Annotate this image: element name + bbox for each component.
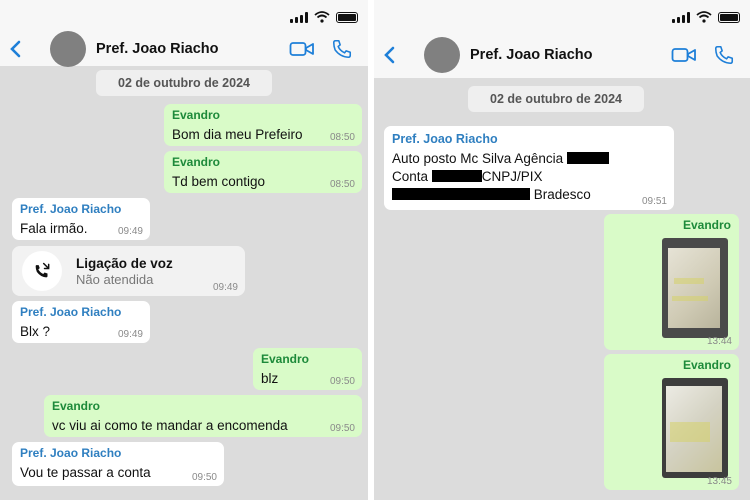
sender-name: Evandro bbox=[52, 399, 101, 413]
back-button[interactable] bbox=[0, 40, 30, 58]
battery-icon bbox=[336, 11, 358, 23]
message-bubble[interactable]: Evandro Td bem contigo 08:50 bbox=[164, 151, 362, 193]
message-bubble[interactable]: Pref. Joao Riacho Blx ? 09:49 bbox=[12, 301, 150, 343]
message-time: 13:44 bbox=[706, 336, 732, 347]
sender-name: Pref. Joao Riacho bbox=[20, 446, 122, 460]
message-text: CNPJ/PIX bbox=[481, 169, 543, 184]
message-text: Bom dia meu Prefeiro bbox=[172, 127, 303, 142]
sender-name: Evandro bbox=[261, 352, 310, 366]
contact-name[interactable]: Pref. Joao Riacho bbox=[96, 41, 288, 57]
wifi-icon bbox=[314, 11, 330, 23]
sender-name: Evandro bbox=[682, 358, 731, 372]
message-text: Bradesco bbox=[533, 187, 591, 202]
wifi-icon bbox=[696, 11, 712, 23]
status-bar bbox=[374, 0, 750, 32]
message-time: 09:49 bbox=[117, 329, 143, 340]
phone-icon bbox=[332, 39, 352, 59]
chat-screen-left: Pref. Joao Riacho 02 de outubro de 2024 … bbox=[0, 0, 368, 500]
message-time: 08:50 bbox=[329, 132, 355, 143]
phone-icon bbox=[714, 45, 734, 65]
date-separator: 02 de outubro de 2024 bbox=[96, 70, 272, 96]
video-call-button[interactable] bbox=[288, 40, 316, 58]
message-bubble[interactable]: Evandro blz 09:50 bbox=[253, 348, 362, 390]
call-title: Ligação de voz bbox=[76, 256, 173, 271]
video-call-icon bbox=[289, 42, 314, 56]
sender-name: Evandro bbox=[172, 155, 221, 169]
message-time: 09:51 bbox=[641, 196, 667, 207]
back-button[interactable] bbox=[374, 46, 404, 64]
message-time: 09:50 bbox=[329, 423, 355, 434]
redaction-bar bbox=[392, 188, 530, 200]
voice-call-button[interactable] bbox=[328, 38, 356, 60]
sender-name: Pref. Joao Riacho bbox=[392, 132, 498, 146]
call-icon-wrap bbox=[22, 251, 62, 291]
message-time: 09:49 bbox=[117, 226, 143, 237]
message-time: 13:45 bbox=[706, 476, 732, 487]
message-bubble[interactable]: Evandro vc viu ai como te mandar a encom… bbox=[44, 395, 362, 437]
message-bubble[interactable]: Pref. Joao Riacho Fala irmão. 09:49 bbox=[12, 198, 150, 240]
date-separator: 02 de outubro de 2024 bbox=[468, 86, 644, 112]
sender-name: Evandro bbox=[172, 108, 221, 122]
avatar[interactable] bbox=[424, 37, 460, 73]
message-bubble[interactable]: Pref. Joao Riacho Vou te passar a conta … bbox=[12, 442, 224, 486]
avatar[interactable] bbox=[50, 31, 86, 67]
contact-name[interactable]: Pref. Joao Riacho bbox=[470, 47, 670, 63]
message-time: 09:50 bbox=[191, 472, 217, 483]
message-line: Bradesco bbox=[392, 186, 666, 204]
missed-call-icon bbox=[35, 262, 50, 278]
message-time: 09:49 bbox=[212, 282, 238, 293]
message-text: Td bem contigo bbox=[172, 174, 266, 189]
photo-thumbnail[interactable] bbox=[662, 238, 728, 338]
status-bar bbox=[0, 0, 368, 32]
message-time: 09:50 bbox=[329, 376, 355, 387]
signal-icon bbox=[672, 11, 690, 23]
sender-name: Pref. Joao Riacho bbox=[20, 202, 122, 216]
voice-call-button[interactable] bbox=[710, 44, 738, 66]
message-time: 08:50 bbox=[329, 179, 355, 190]
message-text: vc viu ai como te mandar a encomenda bbox=[52, 418, 288, 433]
battery-icon bbox=[718, 11, 740, 23]
back-chevron-icon bbox=[384, 46, 395, 64]
video-call-button[interactable] bbox=[670, 46, 698, 64]
message-bubble[interactable]: Evandro Bom dia meu Prefeiro 08:50 bbox=[164, 104, 362, 146]
redaction-bar bbox=[431, 170, 482, 182]
sender-name: Pref. Joao Riacho bbox=[20, 305, 122, 319]
signal-icon bbox=[290, 11, 308, 23]
photo-thumbnail[interactable] bbox=[662, 378, 728, 478]
chat-screen-right: Pref. Joao Riacho 02 de outubro de 2024 … bbox=[374, 0, 750, 500]
message-text: Auto posto Mc Silva Agência bbox=[392, 151, 564, 166]
chat-header: Pref. Joao Riacho bbox=[0, 31, 368, 67]
redaction-bar bbox=[566, 152, 609, 164]
sender-name: Evandro bbox=[682, 218, 731, 232]
message-line: Conta CNPJ/PIX bbox=[392, 168, 666, 186]
back-chevron-icon bbox=[10, 40, 21, 58]
message-text: Conta bbox=[392, 169, 429, 184]
voice-call-log[interactable]: Ligação de voz Não atendida 09:49 bbox=[12, 246, 245, 296]
video-call-icon bbox=[671, 48, 696, 62]
chat-header: Pref. Joao Riacho bbox=[374, 32, 750, 78]
media-message-bubble[interactable]: Evandro 13:45 bbox=[604, 354, 739, 490]
message-bubble[interactable]: Pref. Joao Riacho Auto posto Mc Silva Ag… bbox=[384, 126, 674, 210]
call-status: Não atendida bbox=[76, 272, 154, 287]
message-line: Auto posto Mc Silva Agência bbox=[392, 150, 666, 168]
message-text: Vou te passar a conta bbox=[20, 465, 151, 480]
media-message-bubble[interactable]: Evandro 13:44 bbox=[604, 214, 739, 350]
